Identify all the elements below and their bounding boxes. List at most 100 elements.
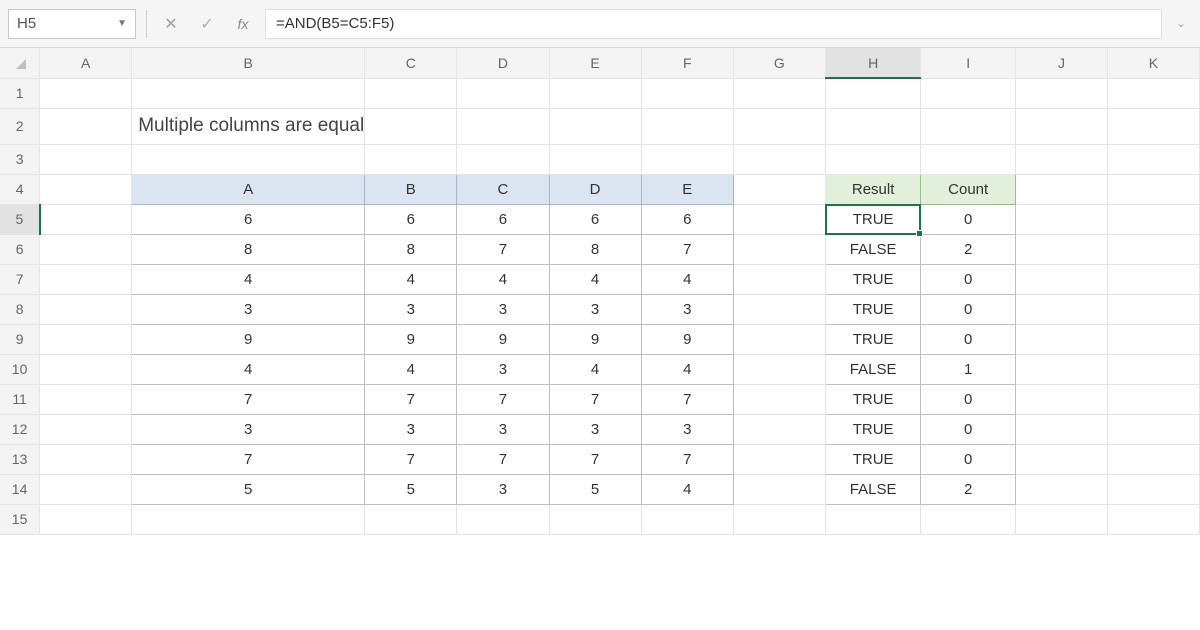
row-header-9[interactable]: 9: [0, 324, 40, 354]
cell-G9[interactable]: [733, 324, 825, 354]
column-header-K[interactable]: K: [1107, 48, 1199, 78]
cell-K11[interactable]: [1107, 384, 1199, 414]
data-cell-B10[interactable]: 4: [132, 354, 365, 384]
data-cell-B13[interactable]: 7: [132, 444, 365, 474]
data-cell-E9[interactable]: 9: [549, 324, 641, 354]
cell-K14[interactable]: [1107, 474, 1199, 504]
data-header-F4[interactable]: E: [641, 174, 733, 204]
result-cell-I9[interactable]: 0: [921, 324, 1016, 354]
column-header-G[interactable]: G: [733, 48, 825, 78]
column-header-F[interactable]: F: [641, 48, 733, 78]
cell-I15[interactable]: [921, 504, 1016, 534]
result-cell-I8[interactable]: 0: [921, 294, 1016, 324]
cell-I2[interactable]: [921, 108, 1016, 144]
cell-H1[interactable]: [825, 78, 920, 108]
cancel-icon[interactable]: ✕: [157, 10, 185, 38]
data-cell-D7[interactable]: 4: [457, 264, 549, 294]
cell-K9[interactable]: [1107, 324, 1199, 354]
cell-D2[interactable]: [457, 108, 549, 144]
cell-J6[interactable]: [1016, 234, 1108, 264]
cell-B1[interactable]: [132, 78, 365, 108]
data-cell-F5[interactable]: 6: [641, 204, 733, 234]
data-cell-D6[interactable]: 7: [457, 234, 549, 264]
column-header-J[interactable]: J: [1016, 48, 1108, 78]
data-cell-E8[interactable]: 3: [549, 294, 641, 324]
data-cell-D11[interactable]: 7: [457, 384, 549, 414]
cell-K8[interactable]: [1107, 294, 1199, 324]
row-header-4[interactable]: 4: [0, 174, 40, 204]
cell-K6[interactable]: [1107, 234, 1199, 264]
data-cell-F14[interactable]: 4: [641, 474, 733, 504]
cell-D3[interactable]: [457, 144, 549, 174]
cell-J7[interactable]: [1016, 264, 1108, 294]
cell-E15[interactable]: [549, 504, 641, 534]
cell-A13[interactable]: [40, 444, 132, 474]
page-title-B2[interactable]: Multiple columns are equal: [132, 108, 365, 144]
result-cell-I12[interactable]: 0: [921, 414, 1016, 444]
cell-G5[interactable]: [733, 204, 825, 234]
cell-B3[interactable]: [132, 144, 365, 174]
formula-input[interactable]: =AND(B5=C5:F5): [265, 9, 1162, 39]
cell-K1[interactable]: [1107, 78, 1199, 108]
cell-G3[interactable]: [733, 144, 825, 174]
row-header-12[interactable]: 12: [0, 414, 40, 444]
cell-A8[interactable]: [40, 294, 132, 324]
fx-icon[interactable]: fx: [229, 16, 257, 32]
cell-F1[interactable]: [641, 78, 733, 108]
cell-K2[interactable]: [1107, 108, 1199, 144]
confirm-icon[interactable]: ✓: [193, 10, 221, 38]
data-cell-D5[interactable]: 6: [457, 204, 549, 234]
result-cell-H13[interactable]: TRUE: [825, 444, 920, 474]
data-cell-C10[interactable]: 4: [365, 354, 457, 384]
data-cell-E5[interactable]: 6: [549, 204, 641, 234]
column-header-B[interactable]: B: [132, 48, 365, 78]
data-header-D4[interactable]: C: [457, 174, 549, 204]
cell-A3[interactable]: [40, 144, 132, 174]
data-cell-B12[interactable]: 3: [132, 414, 365, 444]
cell-A5[interactable]: [40, 204, 132, 234]
result-cell-I11[interactable]: 0: [921, 384, 1016, 414]
result-cell-H12[interactable]: TRUE: [825, 414, 920, 444]
data-header-B4[interactable]: A: [132, 174, 365, 204]
cell-D15[interactable]: [457, 504, 549, 534]
cell-J8[interactable]: [1016, 294, 1108, 324]
data-cell-E12[interactable]: 3: [549, 414, 641, 444]
cell-K7[interactable]: [1107, 264, 1199, 294]
data-cell-C8[interactable]: 3: [365, 294, 457, 324]
cell-J3[interactable]: [1016, 144, 1108, 174]
cell-K13[interactable]: [1107, 444, 1199, 474]
cell-G11[interactable]: [733, 384, 825, 414]
row-header-13[interactable]: 13: [0, 444, 40, 474]
cell-G7[interactable]: [733, 264, 825, 294]
cell-K12[interactable]: [1107, 414, 1199, 444]
row-header-2[interactable]: 2: [0, 108, 40, 144]
data-cell-D10[interactable]: 3: [457, 354, 549, 384]
result-cell-H5[interactable]: TRUE: [825, 204, 920, 234]
result-cell-H6[interactable]: FALSE: [825, 234, 920, 264]
cell-H15[interactable]: [825, 504, 920, 534]
cell-G14[interactable]: [733, 474, 825, 504]
data-header-E4[interactable]: D: [549, 174, 641, 204]
cell-H2[interactable]: [825, 108, 920, 144]
cell-J1[interactable]: [1016, 78, 1108, 108]
cell-H3[interactable]: [825, 144, 920, 174]
data-cell-E10[interactable]: 4: [549, 354, 641, 384]
column-header-C[interactable]: C: [365, 48, 457, 78]
select-all-corner[interactable]: [0, 48, 40, 78]
cell-C3[interactable]: [365, 144, 457, 174]
cell-C1[interactable]: [365, 78, 457, 108]
cell-B15[interactable]: [132, 504, 365, 534]
cell-A12[interactable]: [40, 414, 132, 444]
cell-K15[interactable]: [1107, 504, 1199, 534]
cell-K3[interactable]: [1107, 144, 1199, 174]
result-cell-H9[interactable]: TRUE: [825, 324, 920, 354]
row-header-10[interactable]: 10: [0, 354, 40, 384]
column-header-I[interactable]: I: [921, 48, 1016, 78]
data-cell-D13[interactable]: 7: [457, 444, 549, 474]
spreadsheet-grid[interactable]: ABCDEFGHIJK12Multiple columns are equal3…: [0, 48, 1200, 535]
data-cell-F11[interactable]: 7: [641, 384, 733, 414]
result-cell-I6[interactable]: 2: [921, 234, 1016, 264]
result-cell-I10[interactable]: 1: [921, 354, 1016, 384]
data-cell-F9[interactable]: 9: [641, 324, 733, 354]
cell-G13[interactable]: [733, 444, 825, 474]
